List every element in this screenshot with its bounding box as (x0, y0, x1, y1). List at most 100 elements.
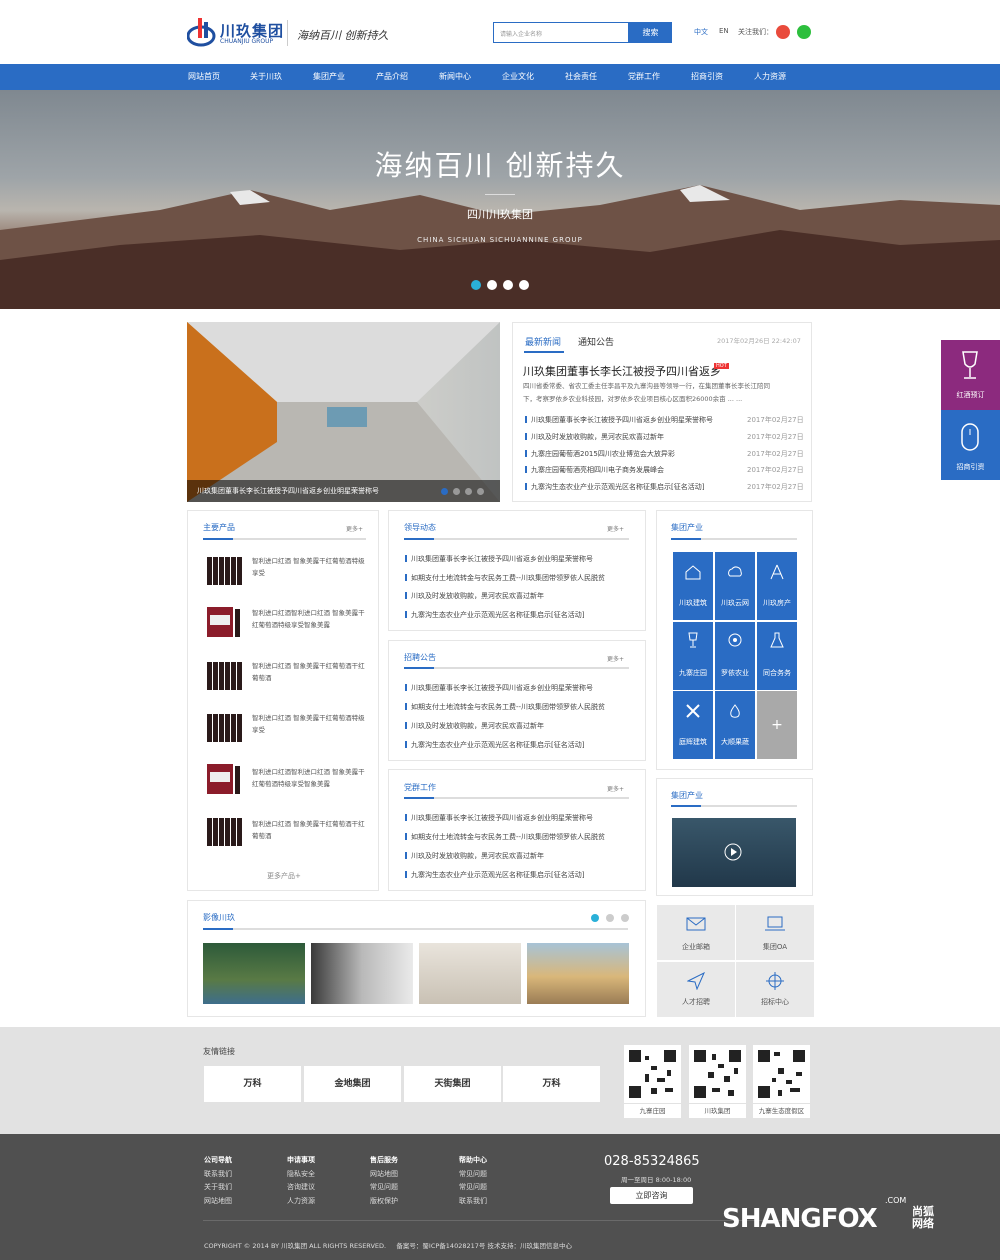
list-item[interactable]: 如期支付土地流转金与农民务工费--川玖集团带领罗依人民脱贫 (404, 702, 605, 712)
weibo-icon[interactable] (776, 25, 790, 39)
lang-en-link[interactable]: EN (719, 27, 729, 35)
nav-industry[interactable]: 集团产业 (313, 64, 345, 90)
tab-notices[interactable]: 通知公告 (578, 335, 614, 348)
nav-hr[interactable]: 人力资源 (754, 64, 786, 90)
partner-logo[interactable]: 金地集团 (304, 1066, 401, 1102)
logo-icon[interactable] (187, 14, 217, 48)
product-name[interactable]: 智利进口红酒 智象美露干红葡萄酒特级享受 (252, 712, 367, 736)
gallery-dot[interactable] (591, 914, 599, 922)
feature-dot[interactable] (477, 488, 484, 495)
list-item[interactable]: 如期支付土地流转金与农民务工费--川玖集团带领罗依人民脱贫 (404, 573, 605, 583)
footer-link[interactable]: 隐私安全 (287, 1169, 315, 1179)
footer-link[interactable]: 人力资源 (287, 1196, 315, 1206)
product-image[interactable] (205, 708, 243, 746)
party-more-link[interactable]: 更多+ (607, 784, 624, 793)
news-item[interactable]: 九寨庄园葡萄酒亮相四川电子商务发展峰会 (525, 465, 664, 475)
list-item[interactable]: 川玖集团董事长李长江被授予四川省返乡创业明星荣誉称号 (405, 683, 593, 693)
video-thumbnail[interactable] (672, 818, 796, 887)
footer-link[interactable]: 关于我们 (204, 1182, 232, 1192)
list-item[interactable]: 川玖及时发放收购款，黑河农民欢喜过新年 (405, 721, 544, 731)
nav-news[interactable]: 新闻中心 (439, 64, 471, 90)
footer-link[interactable]: 联系我们 (204, 1169, 232, 1179)
industry-tile[interactable]: 川玖房产 (757, 552, 797, 620)
nav-home[interactable]: 网站首页 (188, 64, 220, 90)
nav-investment[interactable]: 招商引资 (691, 64, 723, 90)
consult-button[interactable]: 立即咨询 (610, 1187, 693, 1204)
side-investment[interactable]: 招商引资 (941, 410, 1000, 480)
side-wine-order[interactable]: 红酒预订 (941, 340, 1000, 410)
product-image[interactable] (205, 760, 243, 798)
feature-dot[interactable] (453, 488, 460, 495)
carousel-dot[interactable] (519, 280, 529, 290)
list-item[interactable]: 川玖集团董事长李长江被授予四川省返乡创业明星荣誉称号 (405, 554, 593, 564)
nav-responsibility[interactable]: 社会责任 (565, 64, 597, 90)
recruit-more-link[interactable]: 更多+ (607, 654, 624, 663)
more-products-link[interactable]: 更多产品+ (267, 871, 301, 881)
feature-image[interactable]: 川玖集团董事长李长江被授予四川省返乡创业明星荣誉称号 (187, 322, 500, 502)
gallery-dot[interactable] (621, 914, 629, 922)
carousel-dot[interactable] (487, 280, 497, 290)
industry-tile[interactable]: 同合务务 (757, 622, 797, 690)
gallery-dot[interactable] (606, 914, 614, 922)
footer-link[interactable]: 网站地图 (370, 1169, 398, 1179)
industry-tile[interactable]: 大顺果蔬 (715, 691, 755, 759)
oa-link[interactable]: 集团OA (736, 905, 814, 960)
list-item[interactable]: 川玖及时发放收购款，黑河农民欢喜过新年 (405, 591, 544, 601)
product-name[interactable]: 智利进口红酒智利进口红酒 智象美露干红葡萄酒特级享受智象美露 (252, 766, 367, 790)
partner-logo[interactable]: 万科 (503, 1066, 600, 1102)
product-name[interactable]: 智利进口红酒 智象美露干红葡萄酒干红葡萄酒 (252, 660, 367, 684)
news-item[interactable]: 九寨沟生态农业产业示范观光区名称征集启示[征名活动] (524, 482, 704, 492)
wechat-icon[interactable] (797, 25, 811, 39)
industry-tile[interactable]: 九寨庄园 (673, 622, 713, 690)
list-item[interactable]: 川玖集团董事长李长江被授予四川省返乡创业明星荣誉称号 (405, 813, 593, 823)
products-more-link[interactable]: 更多+ (346, 524, 363, 533)
list-item[interactable]: 九寨沟生态农业产业示范观光区名称征集启示[征名活动] (404, 610, 584, 620)
gallery-image[interactable] (419, 943, 521, 1004)
lang-cn-link[interactable]: 中文 (694, 27, 708, 37)
bidding-link[interactable]: 招标中心 (736, 962, 814, 1017)
footer-link[interactable]: 常见问题 (459, 1182, 487, 1192)
play-icon[interactable] (724, 843, 742, 861)
industry-tile[interactable]: 罗依农业 (715, 622, 755, 690)
industry-tile[interactable]: 川玖建筑 (673, 552, 713, 620)
product-name[interactable]: 智利进口红酒智利进口红酒 智象美露干红葡萄酒特级享受智象美露 (252, 607, 367, 631)
list-item[interactable]: 如期支付土地流转金与农民务工费--川玖集团带领罗依人民脱贫 (404, 832, 605, 842)
carousel-dot[interactable] (471, 280, 481, 290)
feature-dot[interactable] (465, 488, 472, 495)
product-image[interactable] (205, 656, 243, 694)
footer-link[interactable]: 版权保护 (370, 1196, 398, 1206)
footer-link[interactable]: 网站地图 (204, 1196, 232, 1206)
footer-link[interactable]: 咨询建议 (287, 1182, 315, 1192)
recruit-link[interactable]: 人才招聘 (657, 962, 735, 1017)
industry-tile[interactable]: 川玖云网 (715, 552, 755, 620)
footer-link[interactable]: 常见问题 (459, 1169, 487, 1179)
product-name[interactable]: 智利进口红酒 智象美露干红葡萄酒干红葡萄酒 (252, 818, 367, 842)
list-item[interactable]: 九寨沟生态农业产业示范观光区名称征集启示[征名活动] (404, 870, 584, 880)
nav-party[interactable]: 党群工作 (628, 64, 660, 90)
carousel-dot[interactable] (503, 280, 513, 290)
gallery-image[interactable] (527, 943, 629, 1004)
search-input[interactable]: 请输入企业名称 (493, 22, 629, 43)
gallery-image[interactable] (203, 943, 305, 1004)
footer-link[interactable]: 常见问题 (370, 1182, 398, 1192)
gallery-image[interactable] (311, 943, 413, 1004)
nav-culture[interactable]: 企业文化 (502, 64, 534, 90)
nav-about[interactable]: 关于川玖 (250, 64, 282, 90)
partner-logo[interactable]: 万科 (204, 1066, 301, 1102)
email-link[interactable]: 企业邮箱 (657, 905, 735, 960)
industry-tile[interactable]: 庭辉建筑 (673, 691, 713, 759)
feature-dot[interactable] (441, 488, 448, 495)
product-image[interactable] (205, 812, 243, 850)
list-item[interactable]: 川玖及时发放收购款，黑河农民欢喜过新年 (405, 851, 544, 861)
product-name[interactable]: 智利进口红酒 智象美露干红葡萄酒特级享受 (252, 555, 367, 579)
product-image[interactable] (205, 551, 243, 589)
search-button[interactable]: 搜索 (629, 22, 672, 43)
news-headline[interactable]: 川玖集团董事长李长江被授予四川省返乡 (523, 363, 721, 379)
industry-more-tile[interactable]: + (757, 691, 797, 759)
footer-link[interactable]: 联系我们 (459, 1196, 487, 1206)
product-image[interactable] (205, 603, 243, 641)
nav-products[interactable]: 产品介绍 (376, 64, 408, 90)
news-item[interactable]: 川玖集团董事长李长江被授予四川省返乡创业明星荣誉称号 (525, 415, 713, 425)
news-item[interactable]: 九寨庄园葡萄酒2015四川农业博览会大放异彩 (525, 449, 675, 459)
partner-logo[interactable]: 天街集团 (404, 1066, 501, 1102)
